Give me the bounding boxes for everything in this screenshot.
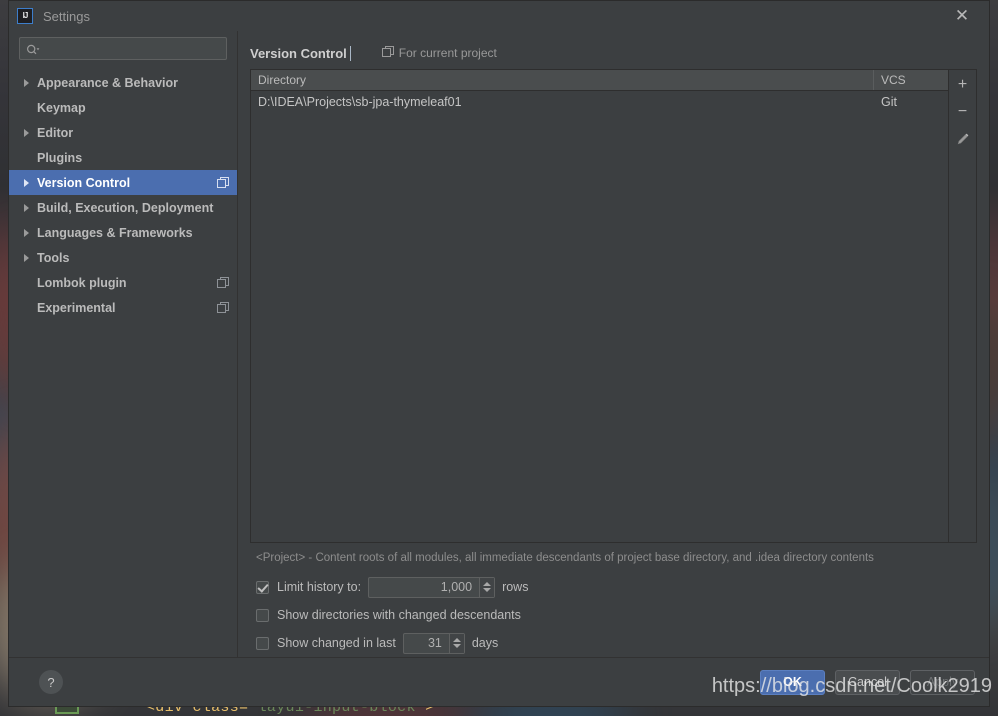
chevron-right-icon <box>19 178 33 187</box>
table-body: D:\IDEA\Projects\sb-jpa-thymeleaf01 Git <box>251 91 948 542</box>
help-icon[interactable]: ? <box>39 670 63 694</box>
dialog-titlebar: IJ Settings ✕ <box>9 1 989 31</box>
show-changed-descendants-label: Show directories with changed descendant… <box>277 608 521 622</box>
vcs-mappings-table: Directory VCS D:\IDEA\Projects\sb-jpa-th… <box>250 69 949 543</box>
show-changed-in-last-unit: days <box>471 636 499 650</box>
sidebar-item-label: Keymap <box>37 100 86 115</box>
project-scope-icon <box>217 301 229 314</box>
settings-dialog: IJ Settings ✕ Appearance & Behavior Keym… <box>8 0 990 707</box>
dialog-body: Appearance & Behavior Keymap Editor Plug… <box>9 31 989 657</box>
chevron-right-icon <box>19 128 33 137</box>
cancel-button[interactable]: Cancel <box>835 669 900 695</box>
limit-history-value[interactable]: 1,000 <box>369 578 479 597</box>
sidebar-item-lombok-plugin[interactable]: Lombok plugin <box>9 270 237 295</box>
search-icon <box>26 43 40 55</box>
show-changed-in-last-stepper-buttons[interactable] <box>448 633 464 653</box>
sidebar-item-tools[interactable]: Tools <box>9 245 237 270</box>
cell-vcs: Git <box>881 95 897 109</box>
sidebar-item-appearance-behavior[interactable]: Appearance & Behavior <box>9 70 237 95</box>
sidebar-item-keymap[interactable]: Keymap <box>9 95 237 120</box>
vcs-options: <Project> - Content roots of all modules… <box>250 543 977 657</box>
search-box[interactable] <box>19 37 227 60</box>
sidebar-item-label: Languages & Frameworks <box>37 225 193 240</box>
limit-history-checkbox[interactable] <box>256 580 269 594</box>
show-changed-in-last-checkbox[interactable] <box>256 636 269 650</box>
edit-pencil-icon[interactable] <box>951 128 975 150</box>
limit-history-label: Limit history to: <box>277 580 362 594</box>
scope-note: For current project <box>381 45 497 61</box>
scope-note-label: For current project <box>398 46 497 60</box>
settings-tree: Appearance & Behavior Keymap Editor Plug… <box>9 70 237 320</box>
sidebar-item-plugins[interactable]: Plugins <box>9 145 237 170</box>
limit-history-unit: rows <box>502 580 529 594</box>
show-changed-in-last-stepper[interactable]: 31 <box>402 632 465 654</box>
table-toolbar: + − <box>949 69 977 543</box>
project-scope-hint: <Project> - Content roots of all modules… <box>256 552 874 564</box>
ok-button[interactable]: OK <box>760 669 825 695</box>
show-changed-in-last-label: Show changed in last <box>277 636 396 650</box>
page-title: Version Control <box>250 45 351 61</box>
table-row[interactable]: D:\IDEA\Projects\sb-jpa-thymeleaf01 Git <box>251 91 948 113</box>
search-input[interactable] <box>40 41 220 56</box>
dialog-title: Settings <box>43 8 90 24</box>
option-show-changed-in-last: Show changed in last 31 days <box>256 629 977 657</box>
chevron-right-icon <box>19 78 33 87</box>
settings-sidebar: Appearance & Behavior Keymap Editor Plug… <box>9 31 238 657</box>
show-changed-in-last-value[interactable]: 31 <box>404 634 449 653</box>
apply-button: Apply <box>910 669 975 695</box>
chevron-right-icon <box>19 203 33 212</box>
settings-main-panel: Version Control For current project Dire… <box>238 31 989 657</box>
main-header: Version Control For current project <box>250 31 977 69</box>
chevron-right-icon <box>19 253 33 262</box>
option-limit-history: Limit history to: 1,000 rows <box>256 573 977 601</box>
project-scope-icon <box>381 45 394 61</box>
sidebar-item-languages-frameworks[interactable]: Languages & Frameworks <box>9 220 237 245</box>
add-mapping-button[interactable]: + <box>951 74 975 96</box>
sidebar-item-label: Appearance & Behavior <box>37 75 179 90</box>
intellij-idea-icon: IJ <box>17 8 33 24</box>
show-changed-descendants-checkbox[interactable] <box>256 608 269 622</box>
remove-mapping-button[interactable]: − <box>951 101 975 123</box>
cell-directory: D:\IDEA\Projects\sb-jpa-thymeleaf01 <box>258 95 462 109</box>
table-header-row: Directory VCS <box>251 70 948 91</box>
sidebar-item-version-control[interactable]: Version Control <box>9 170 237 195</box>
column-header-vcs[interactable]: VCS <box>874 70 948 90</box>
sidebar-item-build-execution-deployment[interactable]: Build, Execution, Deployment <box>9 195 237 220</box>
sidebar-item-experimental[interactable]: Experimental <box>9 295 237 320</box>
sidebar-item-label: Lombok plugin <box>37 275 127 290</box>
chevron-right-icon <box>19 228 33 237</box>
limit-history-stepper[interactable]: 1,000 <box>368 576 496 598</box>
project-scope-icon <box>217 276 229 289</box>
limit-history-stepper-buttons[interactable] <box>479 577 495 597</box>
sidebar-item-label: Experimental <box>37 300 116 315</box>
sidebar-item-label: Plugins <box>37 150 83 165</box>
vcs-mappings-area: Directory VCS D:\IDEA\Projects\sb-jpa-th… <box>250 69 977 543</box>
sidebar-item-label: Editor <box>37 125 74 140</box>
close-icon[interactable]: ✕ <box>945 1 979 31</box>
sidebar-item-label: Build, Execution, Deployment <box>37 200 214 215</box>
project-scope-icon <box>217 176 229 189</box>
sidebar-item-editor[interactable]: Editor <box>9 120 237 145</box>
dialog-footer: ? OK Cancel Apply <box>9 657 989 706</box>
column-header-directory[interactable]: Directory <box>251 70 874 90</box>
sidebar-item-label: Tools <box>37 250 70 265</box>
option-show-changed-descendants: Show directories with changed descendant… <box>256 601 977 629</box>
search-container <box>9 37 237 60</box>
sidebar-item-label: Version Control <box>37 175 131 190</box>
